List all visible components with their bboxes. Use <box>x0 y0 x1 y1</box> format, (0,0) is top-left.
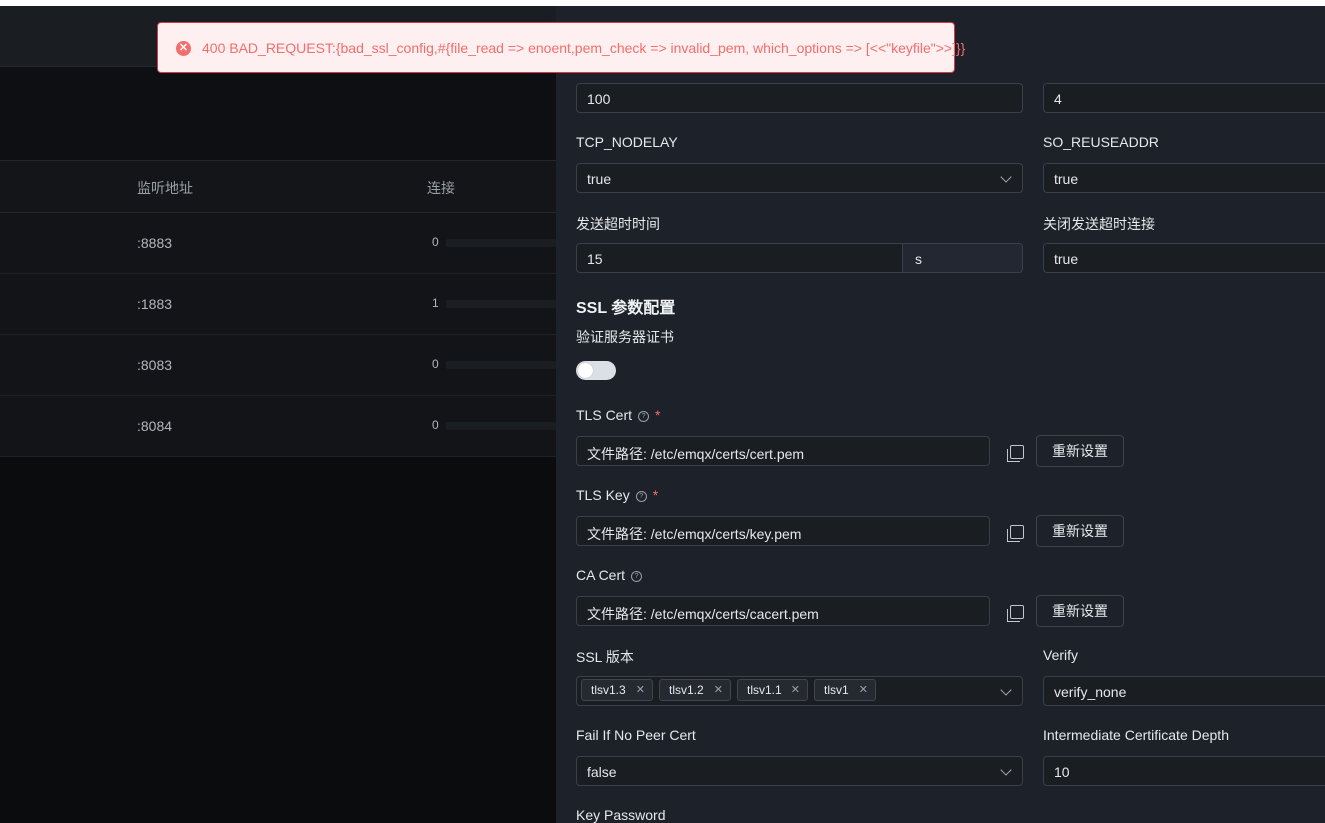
so-reuseaddr-select[interactable]: true <box>1043 163 1325 193</box>
chevron-down-icon <box>1000 171 1012 183</box>
tls-key-label: TLS Key? * <box>576 487 658 503</box>
verify-server-cert-label: 验证服务器证书 <box>576 329 674 345</box>
ssl-version-tag: tlsv1.2 ✕ <box>659 679 731 701</box>
ssl-section-title: SSL 参数配置 <box>576 300 676 317</box>
row-address: :8883 <box>137 235 173 251</box>
send-timeout-close-select[interactable]: true <box>1043 243 1325 273</box>
tcp-nodelay-label: TCP_NODELAY <box>576 134 678 150</box>
tag-label: tlsv1.2 <box>669 683 704 697</box>
verify-label: Verify <box>1043 647 1079 663</box>
ca-cert-reset-button[interactable]: 重新设置 <box>1036 595 1124 627</box>
connection-bar <box>446 422 556 430</box>
send-timeout-close-label: 关闭发送超时连接 <box>1043 216 1155 232</box>
field-value: 文件路径: /etc/emqx/certs/cacert.pem <box>587 606 819 622</box>
chevron-down-icon <box>1000 684 1012 696</box>
input-value: 10 <box>1054 764 1070 780</box>
ssl-version-tag: tlsv1.3 ✕ <box>581 679 653 701</box>
so-reuseaddr-label: SO_REUSEADDR <box>1043 134 1159 150</box>
fail-if-no-peer-cert-select[interactable]: false <box>576 756 1023 786</box>
row-address: :8084 <box>137 418 173 434</box>
tls-key-reset-button[interactable]: 重新设置 <box>1036 515 1124 547</box>
copy-icon[interactable] <box>1007 525 1024 542</box>
select-value: true <box>1054 251 1079 267</box>
connection-bar <box>446 239 556 247</box>
close-icon[interactable]: ✕ <box>714 680 723 700</box>
top-left-input[interactable]: 100 <box>576 83 1023 113</box>
label-text: TLS Cert <box>576 407 633 423</box>
listeners-table: 监听地址 连接 :8883 0 :1883 1 :8083 0 :8084 0 <box>0 160 556 457</box>
page-band <box>0 67 556 160</box>
row-connections: 0 <box>432 418 439 432</box>
field-value: 文件路径: /etc/emqx/certs/key.pem <box>587 526 802 542</box>
select-value: verify_none <box>1054 684 1127 700</box>
intermediate-depth-label: Intermediate Certificate Depth <box>1043 727 1229 743</box>
ca-cert-label: CA Cert? <box>576 567 643 583</box>
ssl-version-label: SSL 版本 <box>576 649 634 665</box>
row-connections: 1 <box>432 296 439 310</box>
tcp-nodelay-select[interactable]: true <box>576 163 1023 193</box>
toast-message: 400 BAD_REQUEST:{bad_ssl_config,#{file_r… <box>202 40 966 56</box>
input-value: 15 <box>587 251 603 267</box>
row-address: :1883 <box>137 296 173 312</box>
top-right-input[interactable]: 4 <box>1043 83 1325 113</box>
required-mark: * <box>652 487 659 503</box>
close-icon[interactable]: ✕ <box>859 680 868 700</box>
table-row[interactable]: :8883 0 <box>0 213 556 274</box>
table-row[interactable]: :8083 0 <box>0 335 556 396</box>
row-connections: 0 <box>432 357 439 371</box>
help-icon[interactable]: ? <box>638 411 650 422</box>
tls-cert-field: 文件路径: /etc/emqx/certs/cert.pem <box>576 436 990 466</box>
tag-label: tlsv1.1 <box>747 683 782 697</box>
intermediate-depth-input[interactable]: 10 <box>1043 756 1325 786</box>
required-mark: * <box>655 407 661 423</box>
ca-cert-field: 文件路径: /etc/emqx/certs/cacert.pem <box>576 596 990 626</box>
tls-cert-reset-button[interactable]: 重新设置 <box>1036 435 1124 467</box>
chevron-down-icon <box>1000 764 1012 776</box>
input-value: 100 <box>587 91 611 107</box>
select-value: true <box>1054 171 1079 187</box>
verify-select[interactable]: verify_none <box>1043 676 1325 706</box>
send-timeout-unit-select[interactable]: s <box>903 243 1023 273</box>
listeners-page: 监听地址 连接 :8883 0 :1883 1 :8083 0 :8084 0 <box>0 6 556 823</box>
close-icon[interactable]: ✕ <box>791 680 800 700</box>
toggle-knob <box>578 363 593 378</box>
header-connections: 连接 <box>427 180 455 196</box>
close-icon[interactable]: ✕ <box>636 680 645 700</box>
connection-bar <box>446 361 556 369</box>
tag-label: tlsv1 <box>824 683 849 697</box>
send-timeout-label: 发送超时时间 <box>576 216 660 232</box>
ssl-version-tag: tlsv1.1 ✕ <box>737 679 808 701</box>
select-value: true <box>587 171 612 187</box>
help-icon[interactable]: ? <box>631 571 643 582</box>
copy-icon[interactable] <box>1007 445 1024 462</box>
row-connections: 0 <box>432 235 439 249</box>
table-header: 监听地址 连接 <box>0 160 556 213</box>
copy-icon[interactable] <box>1007 605 1024 622</box>
table-row[interactable]: :1883 1 <box>0 274 556 335</box>
select-value: false <box>587 764 617 780</box>
header-address: 监听地址 <box>137 180 193 196</box>
error-icon: ✕ <box>176 41 191 56</box>
ssl-version-tag: tlsv1 ✕ <box>814 679 876 701</box>
send-timeout-input[interactable]: 15 <box>576 243 903 273</box>
key-password-label: Key Password <box>576 807 666 823</box>
field-value: 文件路径: /etc/emqx/certs/cert.pem <box>587 446 805 462</box>
verify-server-cert-toggle[interactable] <box>576 361 616 380</box>
tag-label: tlsv1.3 <box>591 683 626 697</box>
tls-cert-label: TLS Cert? * <box>576 407 660 423</box>
table-row[interactable]: :8084 0 <box>0 396 556 457</box>
input-value: 4 <box>1054 91 1062 107</box>
error-toast: ✕ 400 BAD_REQUEST:{bad_ssl_config,#{file… <box>157 22 965 73</box>
tls-key-field: 文件路径: /etc/emqx/certs/key.pem <box>576 516 990 546</box>
connection-bar <box>446 300 556 308</box>
fail-if-no-peer-cert-label: Fail If No Peer Cert <box>576 727 696 743</box>
label-text: CA Cert <box>576 567 626 583</box>
unit-value: s <box>915 251 922 267</box>
label-text: TLS Key <box>576 487 630 503</box>
help-icon[interactable]: ? <box>635 491 647 502</box>
row-address: :8083 <box>137 357 173 373</box>
